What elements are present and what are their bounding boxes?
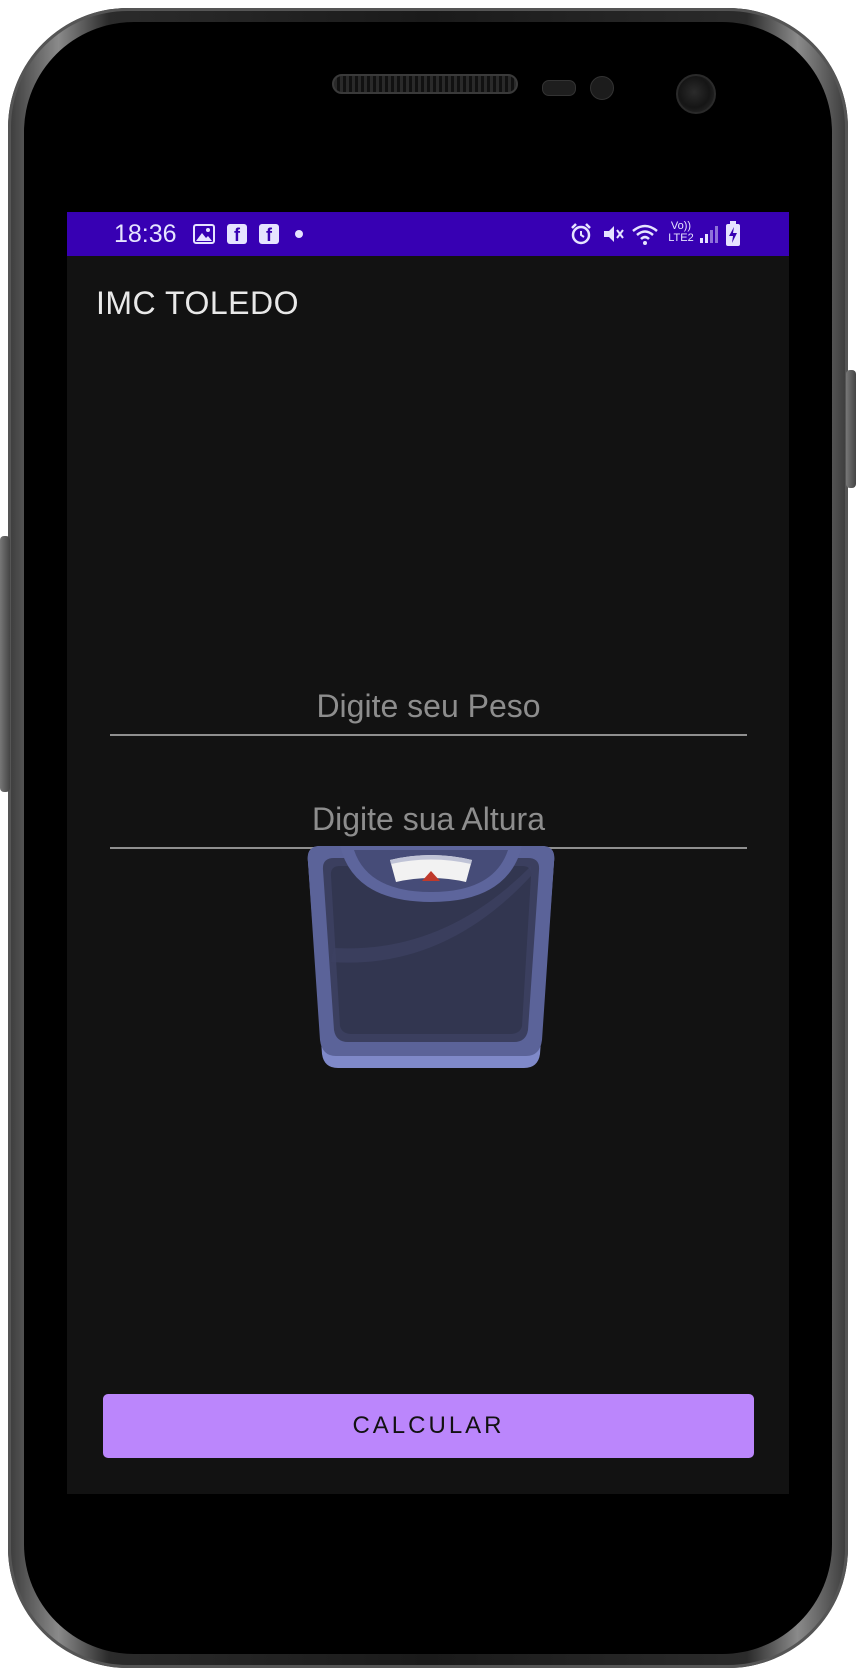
facebook-icon: f (259, 224, 279, 245)
scale-image (304, 844, 558, 1070)
height-input[interactable] (110, 791, 747, 847)
app-title: IMC TOLEDO (96, 285, 299, 321)
weight-input[interactable] (110, 678, 747, 734)
volte-lte2-icon: Vo)) LTE2 (665, 220, 697, 244)
weight-field[interactable] (110, 678, 747, 736)
facebook-icon: f (227, 224, 247, 245)
power-button (846, 370, 856, 488)
height-field[interactable] (110, 791, 747, 849)
proximity-sensor (542, 80, 576, 96)
dot-icon (295, 230, 303, 238)
volume-button (0, 536, 10, 792)
app-screen: 18:36 f f Vo)) LTE2 IMC TOLEDO Digite se… (67, 212, 789, 1494)
status-bar: 18:36 f f Vo)) LTE2 (67, 212, 789, 256)
battery-icon (726, 221, 740, 246)
mute-icon (604, 226, 624, 242)
light-sensor (590, 76, 614, 100)
signal-icon (700, 226, 718, 243)
scale-icon (307, 846, 555, 1068)
status-time: 18:36 (114, 220, 177, 248)
wifi-icon (632, 224, 658, 245)
volte-label: Vo)) LTE2 (668, 220, 694, 244)
front-camera (676, 74, 716, 114)
alarm-icon (571, 223, 591, 245)
calculate-button[interactable]: CALCULAR (103, 1394, 754, 1458)
image-icon (193, 224, 215, 244)
earpiece-speaker (332, 74, 518, 94)
